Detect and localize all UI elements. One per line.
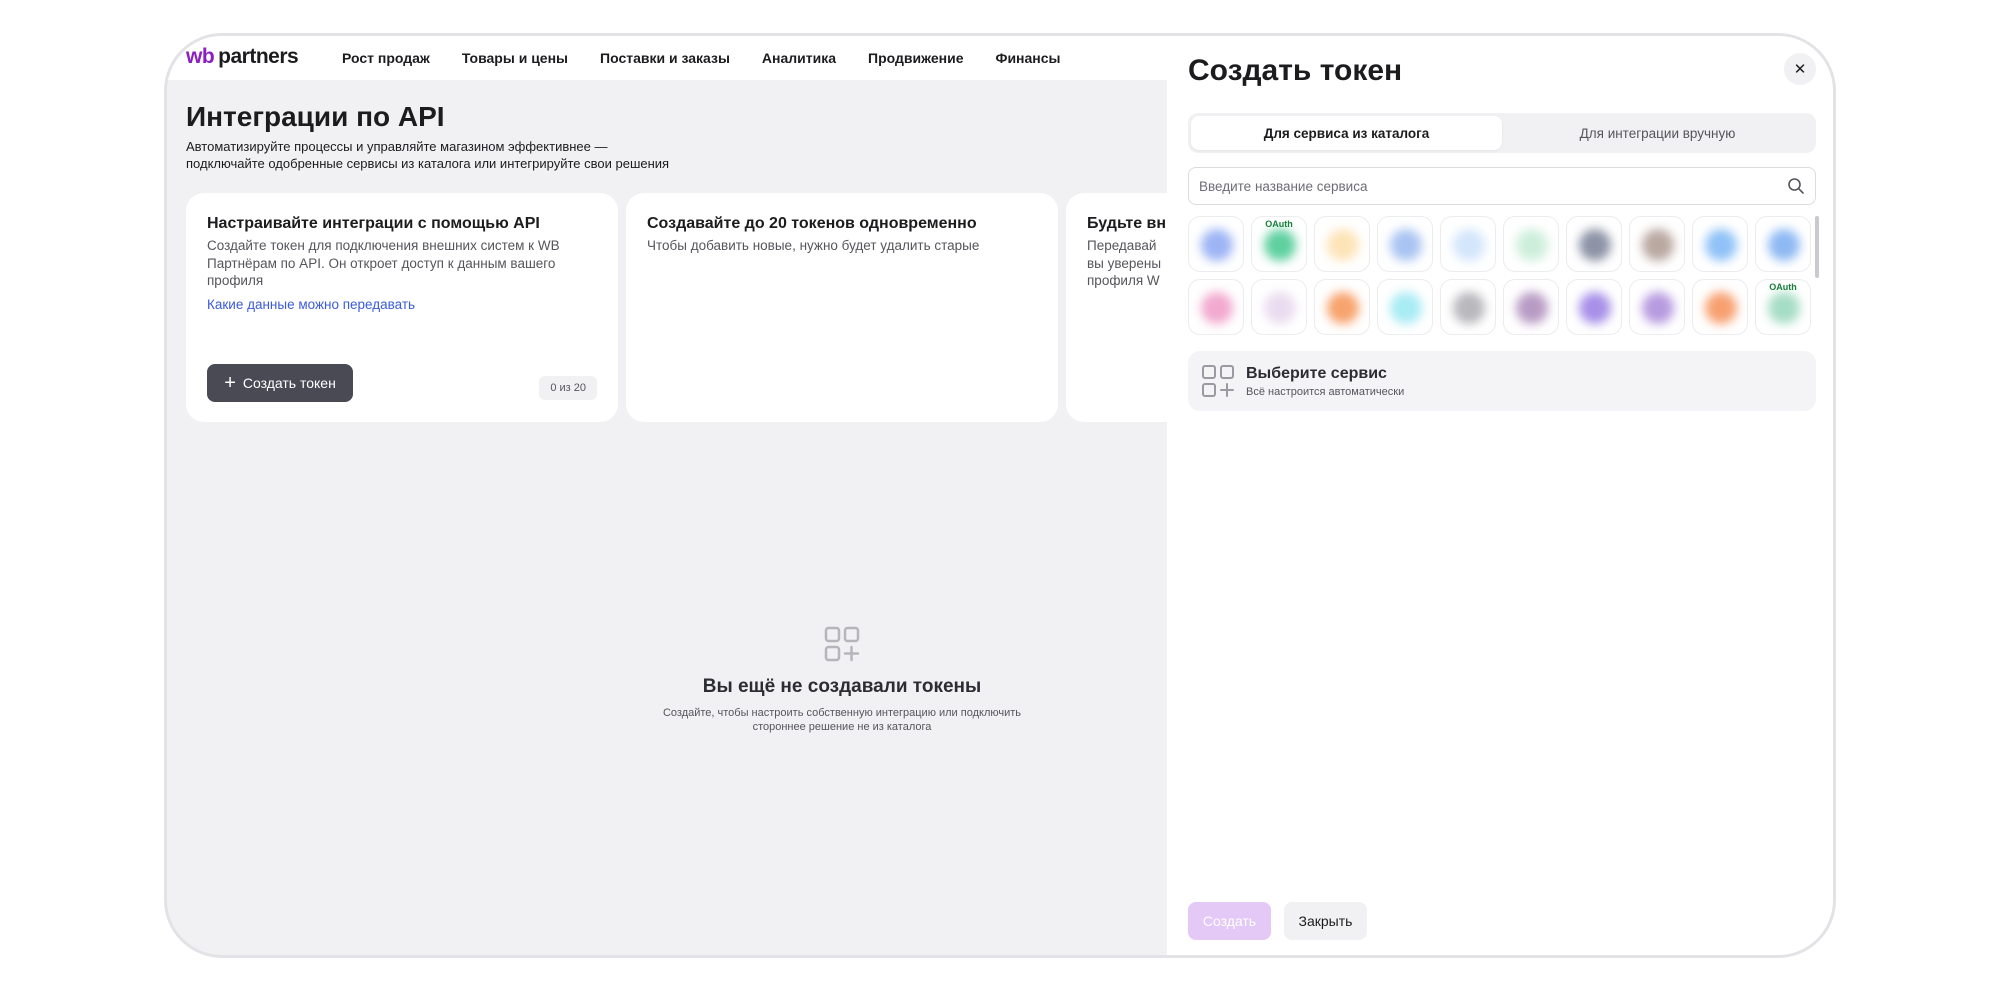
empty-state-title: Вы ещё не создавали токены [702,676,982,697]
empty-state-text: Создайте, чтобы настроить собственную ин… [626,706,1058,734]
service-tile[interactable] [1314,216,1370,272]
service-logo-icon [1453,292,1485,324]
card-title: Настраивайте интеграции с помощью API [207,215,540,232]
page-subtitle-line-1: Автоматизируйте процессы и управляйте ма… [186,139,608,154]
nav-item-supplies-orders[interactable]: Поставки и заказы [600,50,730,66]
token-type-tabs: Для сервиса из каталога Для интеграции в… [1188,113,1816,153]
info-card-limit: Создавайте до 20 токенов одновременно Чт… [626,193,1058,422]
service-catalog-grid: OAuth OAuth [1188,216,1811,335]
service-logo-icon [1579,292,1611,324]
service-tile[interactable] [1566,216,1622,272]
service-logo-icon [1768,292,1800,324]
oauth-badge: OAuth [1769,282,1797,292]
close-button[interactable]: Закрыть [1284,902,1367,940]
logo-partners: partners [218,45,299,68]
nav-item-analytics[interactable]: Аналитика [762,50,836,66]
close-panel-button[interactable]: ✕ [1784,53,1816,85]
service-logo-icon [1705,292,1737,324]
service-tile[interactable] [1503,279,1559,335]
main-nav: Рост продаж Товары и цены Поставки и зак… [342,36,1061,80]
card-text: Чтобы добавить новые, нужно будет удалит… [647,238,980,253]
service-tile[interactable] [1440,216,1496,272]
service-tile[interactable] [1503,216,1559,272]
app-window: wb partners Рост продаж Товары и цены По… [164,33,1836,958]
empty-state: Вы ещё не создавали токены Создайте, что… [626,624,1058,734]
catalog-scrollbar[interactable] [1815,216,1819,278]
service-logo-icon [1516,229,1548,261]
service-logo-icon [1327,229,1359,261]
service-logo-icon [1390,292,1422,324]
service-tile[interactable] [1566,279,1622,335]
token-counter-badge: 0 из 20 [539,376,597,400]
service-logo-icon [1705,229,1737,261]
search-icon[interactable] [1787,177,1805,195]
service-tile[interactable] [1188,216,1244,272]
choose-service-subtitle: Всё настроится автоматически [1246,386,1405,398]
service-search-input[interactable] [1199,178,1787,194]
nav-item-sales-growth[interactable]: Рост продаж [342,50,430,66]
service-logo-icon [1264,292,1296,324]
service-tile[interactable] [1755,216,1811,272]
data-info-link[interactable]: Какие данные можно передавать [207,297,415,312]
service-logo-icon [1201,292,1233,324]
empty-state-text-line-1: Создайте, чтобы настроить собственную ин… [662,707,1022,719]
page-title: Интеграции по API [186,101,445,132]
service-tile[interactable]: OAuth [1251,216,1307,272]
info-card-api: Настраивайте интеграции с помощью API Со… [186,193,618,422]
service-tile[interactable] [1440,279,1496,335]
service-tile[interactable] [1629,216,1685,272]
service-tile[interactable] [1188,279,1244,335]
service-tile[interactable] [1692,216,1748,272]
page-subtitle: Автоматизируйте процессы и управляйте ма… [186,138,746,172]
add-grid-icon [1201,364,1235,398]
service-tile[interactable] [1251,279,1307,335]
tab-catalog-service[interactable]: Для сервиса из каталога [1191,116,1502,150]
service-logo-icon [1390,229,1422,261]
oauth-badge: OAuth [1265,219,1293,229]
nav-item-finance[interactable]: Финансы [996,50,1061,66]
nav-item-products-prices[interactable]: Товары и цены [462,50,568,66]
close-icon: ✕ [1793,61,1807,78]
service-logo-icon [1516,292,1548,324]
logo-wb: wb [186,45,215,68]
service-logo-icon [1264,229,1296,261]
nav-item-promotion[interactable]: Продвижение [868,50,963,66]
submit-create-button[interactable]: Создать [1188,902,1271,940]
service-logo-icon [1453,229,1485,261]
selected-service-box: Выберите сервис Всё настроится автоматич… [1188,351,1816,411]
card-title: Создавайте до 20 токенов одновременно [647,215,977,232]
service-logo-icon [1327,292,1359,324]
card-text: Создайте токен для подключения внешних с… [207,238,560,288]
service-logo-icon [1579,229,1611,261]
service-tile[interactable] [1629,279,1685,335]
choose-service-title: Выберите сервис [1246,365,1387,382]
wb-partners-logo[interactable]: wb partners [186,40,299,74]
service-search [1188,167,1816,205]
panel-title: Создать токен [1188,54,1403,87]
service-logo-icon [1768,229,1800,261]
service-logo-icon [1201,229,1233,261]
service-tile[interactable] [1692,279,1748,335]
service-logo-icon [1642,229,1674,261]
create-token-panel: Создать токен ✕ Для сервиса из каталога … [1167,36,1833,955]
service-logo-icon [1642,292,1674,324]
tab-manual-integration[interactable]: Для интеграции вручную [1502,116,1813,150]
empty-state-text-line-2: стороннее решение не из каталога [752,721,932,733]
create-token-label: Создать токен [242,375,336,391]
service-tile[interactable] [1377,279,1433,335]
service-tile[interactable] [1377,216,1433,272]
service-tile[interactable] [1314,279,1370,335]
page-subtitle-line-2: подключайте одобренные сервисы из катало… [186,156,670,171]
add-grid-icon [822,624,862,664]
service-tile[interactable]: OAuth [1755,279,1811,335]
create-token-button[interactable]: + Создать токен [207,364,353,402]
plus-icon: + [224,372,236,394]
